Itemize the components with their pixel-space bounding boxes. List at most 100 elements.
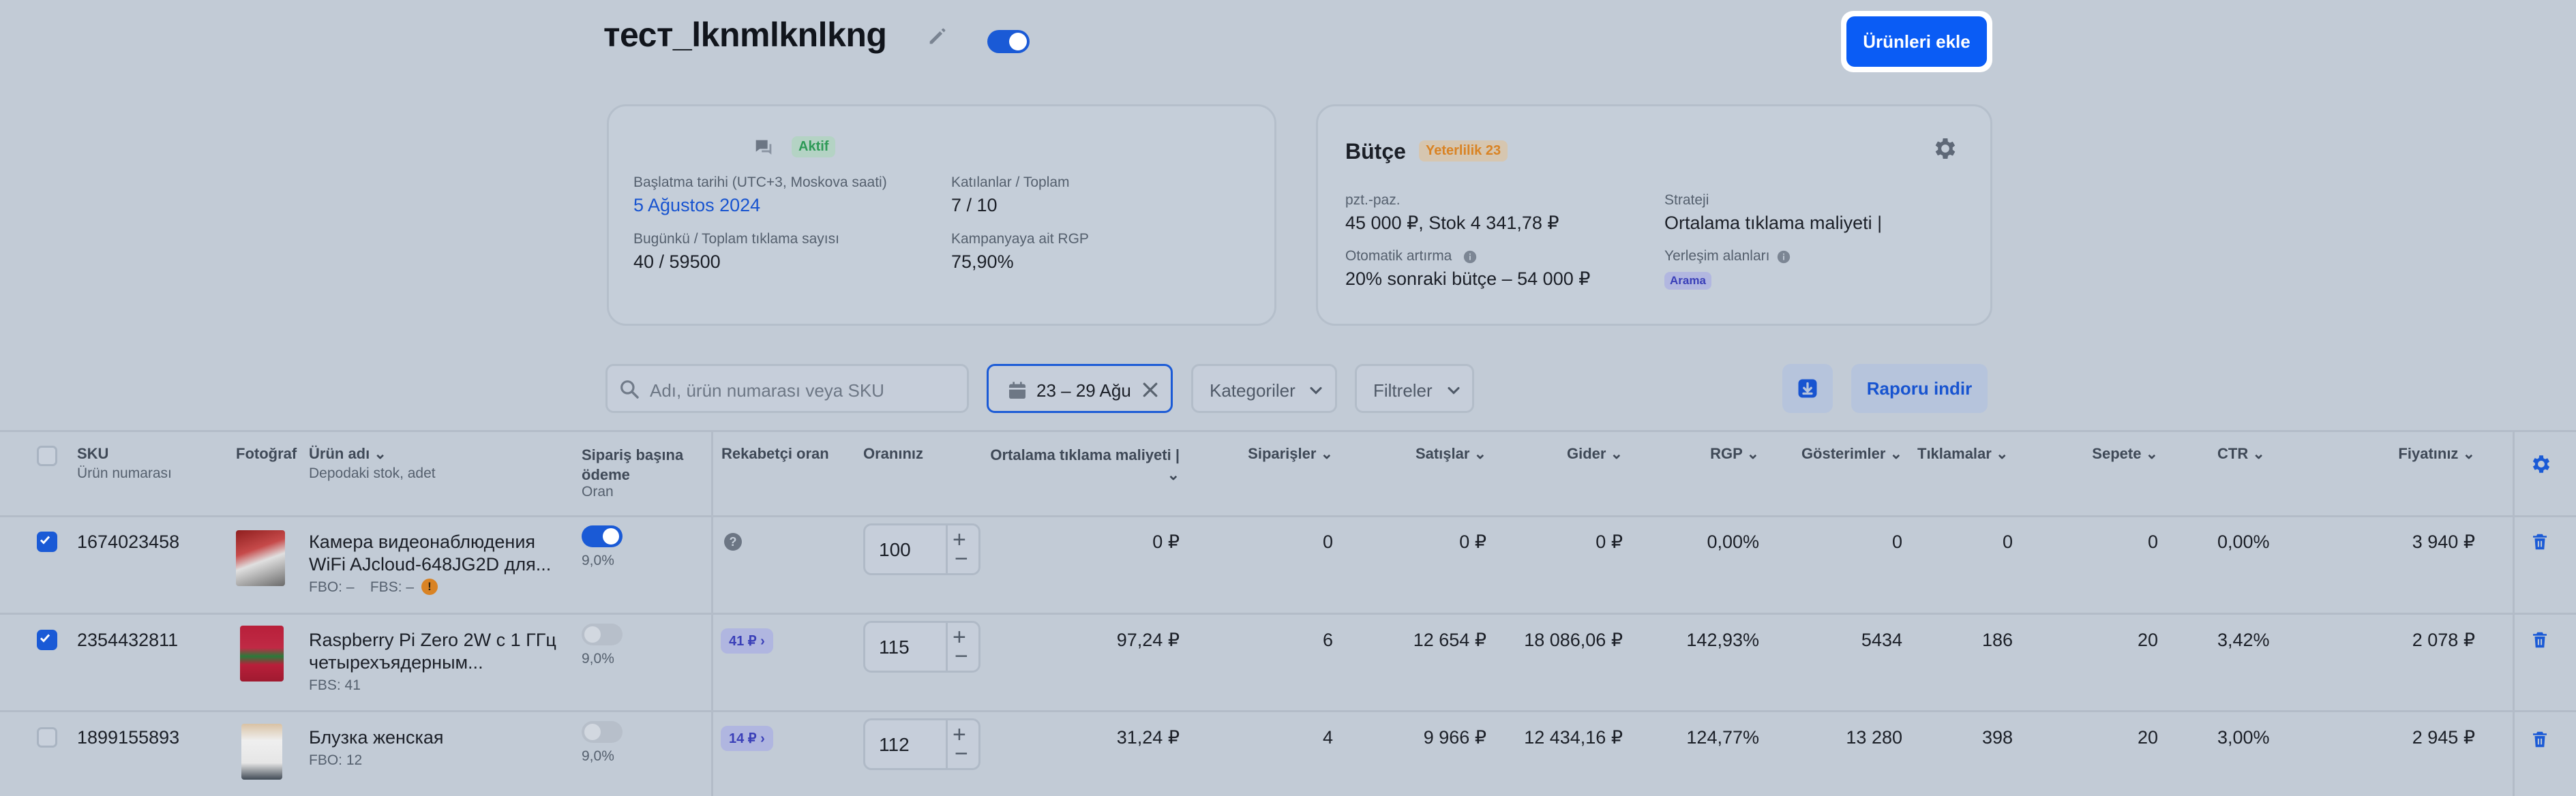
col-rgp[interactable]: RGP ⌄ — [1630, 445, 1759, 463]
gear-icon[interactable] — [1932, 135, 1959, 162]
minus-icon[interactable]: − — [955, 546, 968, 572]
budget-title: Bütçe — [1345, 139, 1406, 164]
warning-icon[interactable]: ! — [421, 579, 438, 595]
product-photo[interactable] — [240, 626, 284, 682]
row-checkbox[interactable] — [37, 532, 57, 552]
col-impressions[interactable]: Gösterimler ⌄ — [1766, 445, 1902, 463]
start-date-value[interactable]: 5 Ağustos 2024 — [633, 195, 760, 216]
trash-icon[interactable] — [2530, 532, 2550, 552]
clicks-value: 0 — [2002, 532, 2013, 552]
product-name-line1[interactable]: Блузка женская — [309, 727, 444, 748]
sales-value: 0 ₽ — [1459, 532, 1486, 552]
col-ctr[interactable]: CTR ⌄ — [2217, 445, 2306, 463]
product-photo[interactable] — [241, 724, 282, 780]
search-placeholder: Adı, ürün numarası veya SKU — [650, 380, 884, 401]
search-input[interactable]: Adı, ürün numarası veya SKU — [605, 364, 969, 413]
product-name-line1[interactable]: Камера видеонаблюдения — [309, 532, 535, 553]
minus-icon[interactable]: − — [955, 741, 968, 767]
download-button[interactable] — [1782, 364, 1833, 413]
col-pay: Sipariş başına ödeme — [582, 446, 684, 483]
pencil-icon[interactable] — [926, 25, 949, 48]
campaign-toggle[interactable] — [987, 30, 1030, 53]
chevron-down-icon: ⌄ — [2462, 445, 2475, 462]
categories-dropdown[interactable]: Kategoriler — [1191, 364, 1337, 413]
chevron-down-icon: ⌄ — [1746, 445, 1759, 462]
row-checkbox[interactable] — [37, 727, 57, 748]
trash-icon[interactable] — [2530, 630, 2550, 650]
col-orders[interactable]: Siparişler ⌄ — [1186, 445, 1333, 463]
info-icon[interactable] — [1463, 249, 1478, 264]
orders-value: 0 — [1322, 532, 1333, 552]
rate-stepper[interactable]: 115 + − — [863, 621, 980, 673]
competitor-rate-pill[interactable]: 41 ₽ › — [721, 628, 773, 654]
pay-rate-value: 9,0% — [582, 553, 614, 568]
sku-value[interactable]: 1899155893 — [77, 727, 179, 748]
download-report-button[interactable]: Raporu indir — [1851, 364, 1988, 413]
cart-value: 0 — [2147, 532, 2158, 552]
sku-value[interactable]: 2354432811 — [77, 630, 178, 651]
rgp-value: 142,93% — [1686, 630, 1759, 650]
campaign-rgp-label: Kampanyaya ait RGP — [951, 231, 1089, 247]
date-range-picker[interactable]: 23 – 29 Ağu — [987, 364, 1173, 413]
col-expenses[interactable]: Gider ⌄ — [1493, 445, 1623, 463]
stock-value: FBO: 12 — [309, 752, 363, 768]
rate-value[interactable]: 112 — [879, 734, 910, 756]
rate-value[interactable]: 115 — [879, 637, 910, 658]
col-competitor: Rekabetçi oran — [721, 445, 829, 462]
product-name-line1[interactable]: Raspberry Pi Zero 2W с 1 ГГц — [309, 630, 556, 651]
expenses-value: 0 ₽ — [1596, 532, 1623, 552]
select-all-checkbox[interactable] — [37, 446, 57, 466]
filters-label: Filtreler — [1373, 380, 1433, 401]
strategy-value: Ortalama tıklama maliyeti | — [1664, 213, 1883, 233]
strategy-label: Strateji — [1664, 192, 1709, 208]
add-products-button[interactable]: Ürünleri ekle — [1846, 16, 1987, 67]
product-name-line2[interactable]: четырехъядерным... — [309, 652, 483, 673]
auto-increase-value: 20% sonraki bütçe – 54 000 ₽ — [1345, 269, 1591, 289]
col-price[interactable]: Fiyatınız ⌄ — [2346, 445, 2475, 463]
schedule-label: pzt.-paz. — [1345, 192, 1401, 208]
avg-click-value: 31,24 ₽ — [1116, 727, 1180, 748]
info-icon[interactable] — [1776, 249, 1791, 264]
sku-value[interactable]: 1674023458 — [77, 532, 179, 553]
help-icon[interactable]: ? — [724, 533, 742, 551]
search-icon — [620, 380, 639, 399]
col-name-sub: Depodaki stok, adet — [309, 465, 436, 481]
cart-value: 20 — [2137, 727, 2158, 748]
pay-per-order-toggle[interactable] — [582, 624, 623, 645]
product-photo[interactable] — [236, 530, 285, 586]
col-sales[interactable]: Satışlar ⌄ — [1336, 445, 1486, 463]
page-title: тест_lknmlknlkng — [603, 16, 887, 54]
gear-icon[interactable] — [2530, 453, 2553, 476]
minus-icon[interactable]: − — [955, 643, 968, 670]
col-photo: Fotoğraf — [236, 445, 297, 462]
clicks-value: 398 — [1981, 727, 2013, 748]
chevron-down-icon: ⌄ — [2252, 445, 2265, 462]
campaign-rgp-value: 75,90% — [951, 251, 1014, 272]
pay-per-order-toggle[interactable] — [582, 721, 623, 743]
rate-stepper[interactable]: 112 + − — [863, 718, 980, 770]
chevron-down-icon: ⌄ — [1473, 445, 1486, 462]
col-clicks[interactable]: Tıklamalar ⌄ — [1917, 445, 2033, 463]
col-avg-click[interactable]: Ortalama tıklama maliyeti | ⌄ — [982, 445, 1180, 485]
close-icon[interactable] — [1140, 380, 1160, 400]
col-rate: Oranınız — [863, 445, 924, 462]
col-name[interactable]: Ürün adı ⌄ — [309, 445, 387, 463]
row-checkbox[interactable] — [37, 630, 57, 650]
col-sku[interactable]: SKU — [77, 445, 108, 463]
orders-value: 6 — [1322, 630, 1333, 650]
rate-stepper[interactable]: 100 + − — [863, 523, 980, 575]
filters-dropdown[interactable]: Filtreler — [1355, 364, 1474, 413]
clicks-value: 186 — [1981, 630, 2013, 650]
competitor-rate-pill[interactable]: 14 ₽ › — [721, 726, 773, 751]
orders-value: 4 — [1322, 727, 1333, 748]
ctr-value: 3,00% — [2217, 727, 2270, 748]
pay-per-order-toggle[interactable] — [582, 525, 623, 547]
rate-value[interactable]: 100 — [879, 539, 911, 561]
chevron-down-icon: ⌄ — [374, 445, 387, 462]
col-cart[interactable]: Sepete ⌄ — [2046, 445, 2158, 463]
trash-icon[interactable] — [2530, 729, 2550, 750]
price-value: 2 945 ₽ — [2412, 727, 2475, 748]
chevron-right-icon: › — [760, 731, 765, 746]
rgp-value: 124,77% — [1686, 727, 1759, 748]
product-name-line2[interactable]: WiFi AJcloud-648JG2D для... — [309, 554, 551, 575]
